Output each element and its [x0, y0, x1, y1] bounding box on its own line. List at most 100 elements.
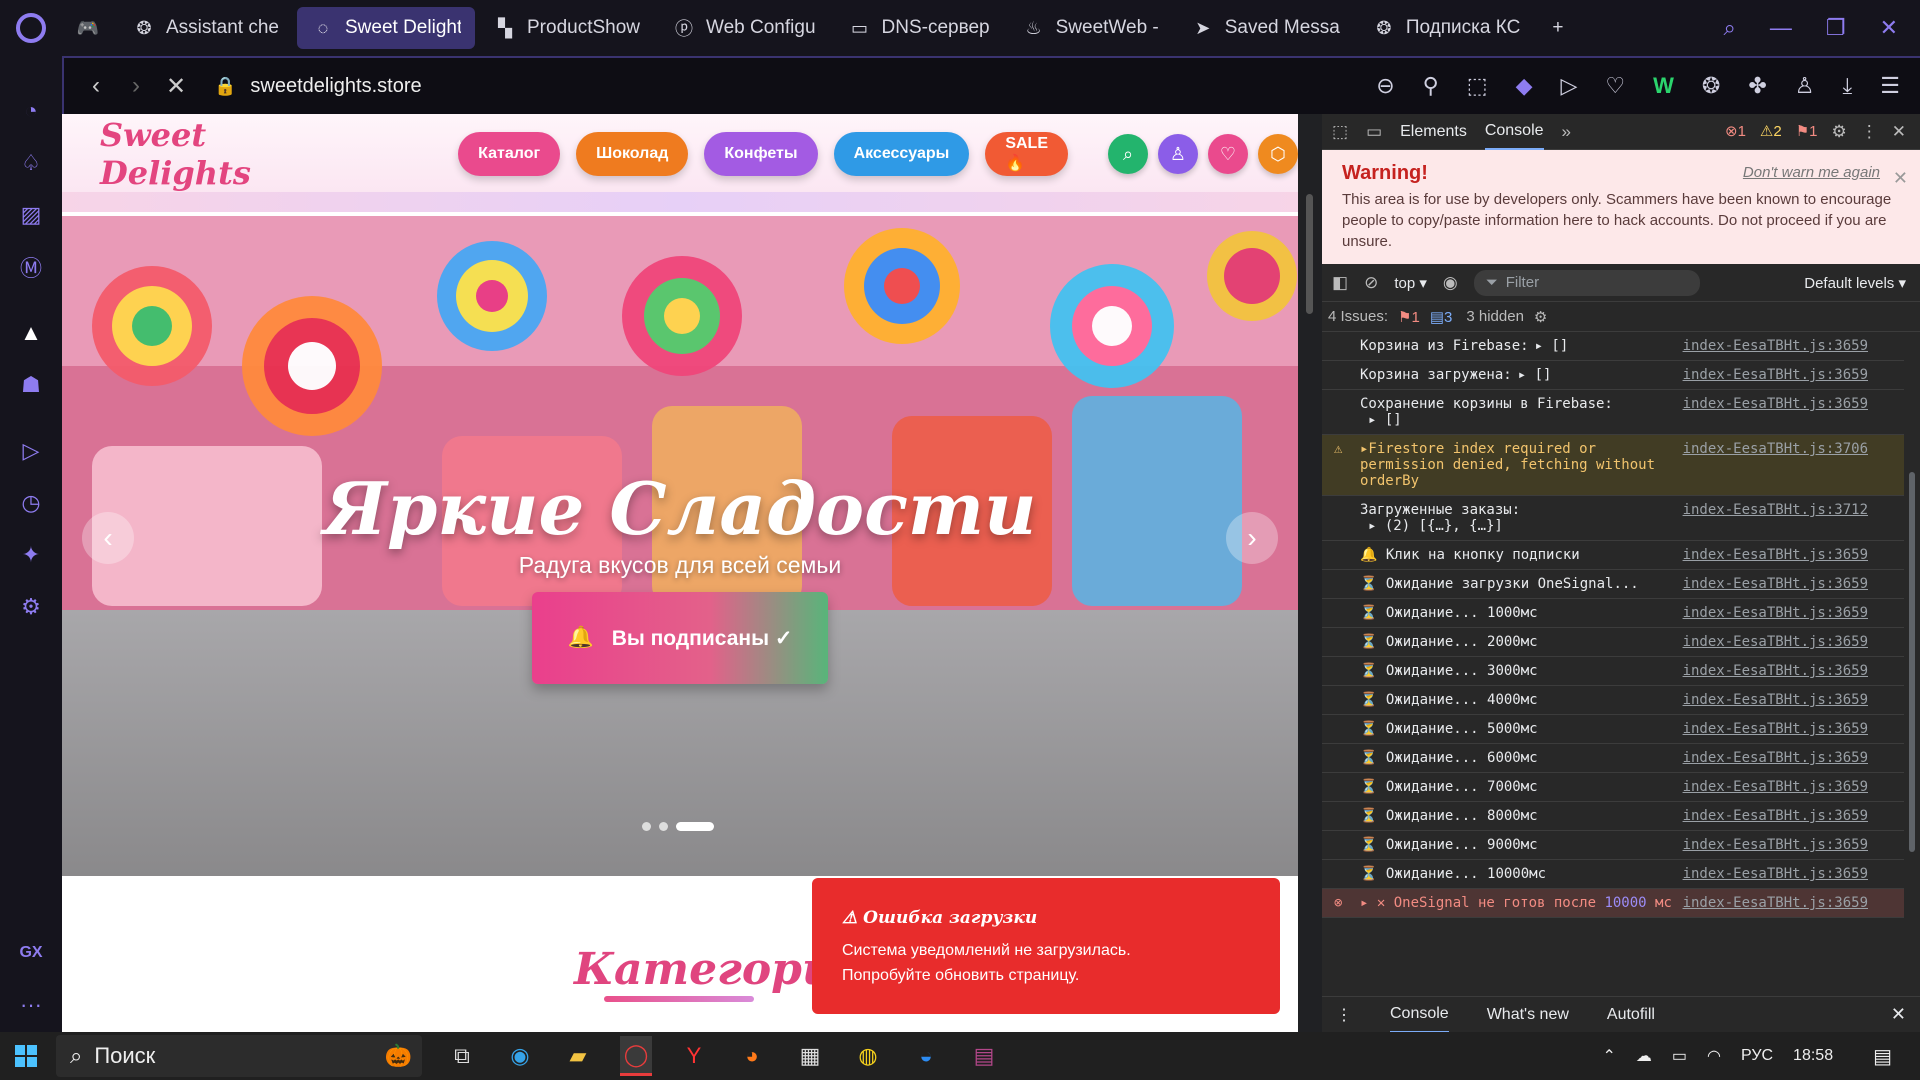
console-row[interactable]: ⏳ Ожидание... 4000мс index-EesaTBHt.js:36… [1322, 686, 1904, 715]
twitch-icon[interactable]: ☗ [16, 370, 46, 400]
error-toast[interactable]: ⚠ Ошибка загрузки Система уведомлений не… [812, 878, 1280, 1014]
console-row[interactable]: Сохранение корзины в Firebase: ▸ [] index-… [1322, 390, 1904, 435]
gx-corner-icon[interactable]: GX [0, 944, 62, 962]
pin-icon[interactable]: ⚲ [1423, 73, 1439, 99]
taskbar-search[interactable]: ⌕ Поиск 🎃 [56, 1035, 422, 1077]
vpn-shield-icon[interactable]: ◆ [1516, 73, 1533, 99]
source-link[interactable]: index-EesaTBHt.js:3659 [1683, 866, 1868, 882]
source-link[interactable]: index-EesaTBHt.js:3659 [1683, 634, 1868, 650]
live-expression-icon[interactable]: ◉ [1443, 273, 1458, 293]
source-link[interactable]: index-EesaTBHt.js:3659 [1683, 605, 1868, 621]
chatgpt-icon[interactable]: ❂ [1702, 73, 1720, 99]
tab-console[interactable]: Console [1484, 114, 1544, 150]
tab-elements[interactable]: Elements [1400, 115, 1467, 149]
console-scrollbar[interactable] [1904, 332, 1920, 932]
console-row[interactable]: ⏳ Ожидание... 10000мс index-EesaTBHt.js:3… [1322, 860, 1904, 889]
browser-tab[interactable]: ◌ Sweet Delights - Мараз [297, 7, 475, 49]
app-icon[interactable]: ◒ [910, 1036, 942, 1076]
browser-tab[interactable]: ♨ SweetWeb - [1008, 7, 1173, 49]
yandex-icon[interactable]: Y [678, 1036, 710, 1076]
source-link[interactable]: index-EesaTBHt.js:3659 [1683, 779, 1868, 795]
calculator-icon[interactable]: ▦ [794, 1036, 826, 1076]
browser-tab[interactable]: ▭ DNS-сервер [834, 7, 1004, 49]
source-link[interactable]: index-EesaTBHt.js:3712 [1683, 502, 1868, 518]
source-link[interactable]: index-EesaTBHt.js:3659 [1683, 367, 1868, 383]
devtools-menu-icon[interactable]: ⋮ [1861, 122, 1878, 142]
console-row[interactable]: ⏳ Ожидание... 6000мс index-EesaTBHt.js:36… [1322, 744, 1904, 773]
levels-select[interactable]: Default levels ▾ [1804, 274, 1920, 292]
menu-item[interactable]: Шоколад [576, 132, 689, 176]
console-row[interactable]: ⏳ Ожидание... 7000мс index-EesaTBHt.js:36… [1322, 773, 1904, 802]
onedrive-icon[interactable]: ☁ [1636, 1046, 1652, 1066]
source-link[interactable]: index-EesaTBHt.js:3659 [1683, 663, 1868, 679]
source-link[interactable]: index-EesaTBHt.js:3659 [1683, 750, 1868, 766]
source-link[interactable]: index-EesaTBHt.js:3659 [1683, 338, 1868, 354]
aria-icon[interactable]: ▲ [16, 318, 46, 348]
sidebar-toggle-icon[interactable]: ◧ [1332, 273, 1348, 293]
source-link[interactable]: index-EesaTBHt.js:3659 [1683, 895, 1868, 911]
drawer-tab-whats-new[interactable]: What's new [1487, 1006, 1569, 1024]
url-field[interactable]: sweetdelights.store [250, 75, 421, 98]
stop-icon[interactable]: ✕ [156, 72, 196, 101]
play-icon[interactable]: ▷ [1561, 73, 1578, 99]
issues-bar[interactable]: 4 Issues: ⚑1 ▤3 3 hidden ⚙ [1322, 302, 1920, 332]
zoom-icon[interactable]: ⊖ [1376, 73, 1394, 99]
winrar-icon[interactable]: ▤ [968, 1036, 1000, 1076]
inspect-icon[interactable]: ⬚ [1332, 122, 1348, 142]
console-row[interactable]: 🔔 Клик на кнопку подписки index-EesaTBHt.… [1322, 541, 1904, 570]
source-link[interactable]: index-EesaTBHt.js:3706 [1683, 441, 1868, 457]
messenger-icon[interactable]: Ⓜ [16, 252, 46, 282]
console-row[interactable]: ⏳ Ожидание... 5000мс index-EesaTBHt.js:36… [1322, 715, 1904, 744]
tray-expand-icon[interactable]: ⌃ [1603, 1046, 1616, 1066]
speed-dial-icon[interactable]: ◔ [16, 96, 46, 126]
filter-input[interactable]: ⏷ Filter [1473, 269, 1700, 296]
wifi-icon[interactable]: ◠ [1707, 1046, 1721, 1066]
history-icon[interactable]: ◷ [16, 488, 46, 518]
menu-item[interactable]: Каталог [458, 132, 561, 176]
extensions-icon[interactable]: ✦ [16, 540, 46, 570]
language-indicator[interactable]: РУС [1741, 1047, 1773, 1065]
minimize-icon[interactable]: — [1770, 15, 1792, 41]
source-link[interactable]: index-EesaTBHt.js:3659 [1683, 692, 1868, 708]
browser-tab[interactable]: ➤ Saved Messa [1177, 7, 1354, 49]
search-icon[interactable]: ⌕ [1108, 134, 1148, 174]
page-scrollbar[interactable] [1298, 114, 1322, 1032]
player-icon[interactable]: ▷ [16, 436, 46, 466]
source-link[interactable]: index-EesaTBHt.js:3659 [1683, 396, 1868, 412]
close-window-icon[interactable]: ✕ [1880, 15, 1898, 41]
console-row[interactable]: ⏳ Ожидание... 3000мс index-EesaTBHt.js:36… [1322, 657, 1904, 686]
site-logo[interactable]: Sweet Delights [100, 116, 332, 192]
console-row[interactable]: ⏳ Ожидание загрузки OneSignal... index-Ee… [1322, 570, 1904, 599]
console-row[interactable]: ⏳ Ожидание... 9000мс index-EesaTBHt.js:36… [1322, 831, 1904, 860]
drawer-close-icon[interactable]: ✕ [1891, 1004, 1920, 1025]
drawer-tab-autofill[interactable]: Autofill [1607, 1006, 1655, 1024]
source-link[interactable]: index-EesaTBHt.js:3659 [1683, 808, 1868, 824]
favorites-icon[interactable]: ♡ [1208, 134, 1248, 174]
menu-item[interactable]: Конфеты [704, 132, 818, 176]
warning-close-icon[interactable]: ✕ [1893, 168, 1908, 189]
console-row[interactable]: ⏳ Ожидание... 2000мс index-EesaTBHt.js:36… [1322, 628, 1904, 657]
slider-dot[interactable] [642, 822, 651, 831]
console-object[interactable]: ▸ [] [1360, 412, 1896, 428]
new-tab-icon[interactable]: + [1538, 7, 1577, 49]
maximize-icon[interactable]: ❐ [1826, 15, 1846, 41]
opera-gx-icon[interactable]: ◯ [620, 1036, 652, 1076]
console-row[interactable]: ⏳ Ожидание... 8000мс index-EesaTBHt.js:36… [1322, 802, 1904, 831]
tab-search-icon[interactable]: ⌕ [1724, 15, 1736, 41]
drawer-menu-icon[interactable]: ⋮ [1336, 1005, 1352, 1025]
firefox-icon[interactable]: ◕ [736, 1036, 768, 1076]
console-row[interactable]: Загруженные заказы: ▸ (2) [{…}, {…}] index… [1322, 496, 1904, 541]
subscribe-button[interactable]: 🔔 Вы подписаны ✓ [532, 592, 828, 684]
devtools-settings-icon[interactable]: ⚙ [1832, 122, 1847, 142]
slider-prev-icon[interactable]: ‹ [82, 512, 134, 564]
account-icon[interactable]: ♙ [1795, 73, 1815, 99]
drawer-tab-console[interactable]: Console [1390, 997, 1449, 1033]
console-row[interactable]: ⚠ ▸Firestore index required or permission… [1322, 435, 1904, 496]
console-object[interactable]: ▸ (2) [{…}, {…}] [1360, 518, 1896, 534]
heart-icon[interactable]: ♡ [1605, 73, 1625, 99]
slider-dot-active[interactable] [676, 822, 714, 831]
clock[interactable]: 18:58 [1793, 1047, 1833, 1065]
gx-cleaner-icon[interactable]: ▨ [16, 200, 46, 230]
ai-icon[interactable]: ♤ [16, 148, 46, 178]
browser-tab[interactable]: ❂ Подписка КС [1358, 7, 1534, 49]
